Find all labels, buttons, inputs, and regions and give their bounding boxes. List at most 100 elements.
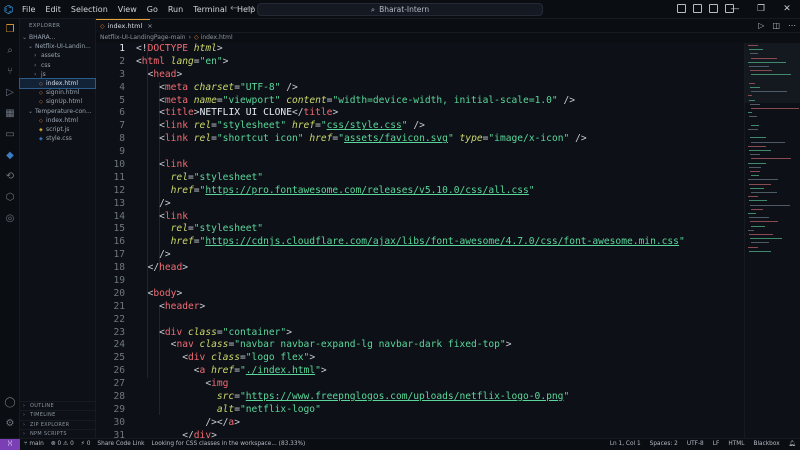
run-icon[interactable]: ▷ — [758, 21, 764, 30]
menu-selection[interactable]: Selection — [66, 5, 113, 14]
panel-npm-scripts[interactable]: › NPM SCRIPTS — [20, 428, 96, 438]
tree-item-index-html[interactable]: ◇ index.html — [19, 77, 96, 90]
panel-outline[interactable]: › OUTLINE — [20, 401, 96, 410]
sidebar-panels: › OUTLINE › TIMELINE › ZIP EXPLORER › NPM SC… — [20, 401, 96, 438]
code-line: rel="stylesheet" — [170, 223, 264, 235]
css-file-icon: ◈ — [39, 136, 43, 143]
settings-gear-icon[interactable]: ⚙ — [0, 413, 20, 434]
code-editor[interactable]: 1 2 3 4 5 6 7 8 9 10 11 12 13 14 15 16 17 18 19 20 21 22 23 24 2… — [96, 43, 744, 438]
panel-zip-explorer[interactable]: › ZIP EXPLORER — [20, 419, 96, 429]
more-actions-icon[interactable]: ⋯ — [788, 21, 796, 30]
minimap-line — [751, 175, 759, 177]
breadcrumb-file[interactable]: index.html — [201, 34, 233, 41]
title-bar: ⌬ File Edit Selection View Go Run Termin… — [0, 0, 800, 19]
code-line: alt="netflix-logo" — [216, 403, 321, 415]
encoding[interactable]: UTF-8 — [687, 439, 704, 450]
branch-name: main — [29, 441, 44, 447]
minimap-line — [748, 95, 752, 97]
command-center-search[interactable]: ⌕ Bharat-Intern — [257, 3, 543, 16]
ports-indicator[interactable]: ⚡ 0 — [81, 439, 91, 450]
minimap-line — [749, 49, 763, 51]
line-number: 11 — [113, 171, 125, 183]
remote-indicator-icon[interactable]: ⟩⟨ — [0, 439, 20, 450]
chevron-right-icon: › — [23, 403, 26, 410]
blackbox-status[interactable]: Blackbox — [753, 439, 779, 450]
menu-run[interactable]: Run — [163, 5, 188, 14]
tree-item-netflix-folder[interactable]: ⌄ Netflix-UI-Landin... — [20, 42, 95, 51]
maximize-button[interactable]: ❐ — [748, 0, 774, 19]
tree-item-temperature-folder[interactable]: ⌄ Temperature-con... — [20, 107, 95, 116]
tree-item-js[interactable]: › js — [20, 70, 95, 79]
menu-view[interactable]: View — [113, 5, 142, 14]
python-icon[interactable]: ◆ — [0, 145, 20, 166]
split-editor-icon[interactable]: ◫ — [772, 21, 780, 30]
panel-label: TIMELINE — [30, 412, 56, 419]
source-control-icon[interactable]: ⑂ — [0, 61, 20, 82]
tree-item-script-js[interactable]: ◈ script.js — [20, 125, 95, 134]
minimap-line — [748, 129, 758, 130]
bell-icon[interactable]: 🔔︎ — [789, 439, 796, 450]
menu-go[interactable]: Go — [142, 5, 163, 14]
account-icon[interactable]: ◯ — [0, 392, 20, 413]
workspace-root[interactable]: ⌄ BHARA... — [20, 33, 95, 42]
tree-item-signup-html[interactable]: ◇ signUp.html — [20, 97, 95, 106]
tree-item-signin-html[interactable]: ◇ signin.html — [20, 88, 95, 97]
panel-label: ZIP EXPLORER — [30, 421, 70, 428]
menu-edit[interactable]: Edit — [40, 5, 66, 14]
toggle-secondary-sidebar-icon[interactable] — [709, 4, 718, 13]
cursor-position[interactable]: Ln 1, Col 1 — [610, 439, 641, 450]
back-arrow-icon[interactable]: ← — [230, 3, 246, 14]
live-share-icon[interactable]: ⟲ — [0, 166, 20, 187]
line-number: 30 — [113, 416, 125, 428]
blackbox-icon[interactable]: ◎ — [0, 208, 20, 229]
toggle-panel-icon[interactable] — [693, 4, 702, 13]
minimap-line — [751, 108, 799, 109]
minimize-button[interactable]: — — [722, 0, 748, 19]
database-icon[interactable]: ⬡ — [0, 187, 20, 208]
minimap-line — [748, 179, 778, 181]
breadcrumb-folder[interactable]: Netflix-UI-LandingPage-main — [100, 34, 186, 41]
share-code-link[interactable]: Share Code Link — [97, 439, 144, 450]
code-line: /> — [159, 197, 171, 209]
tree-item-label: index.html — [46, 116, 78, 124]
search-view-icon[interactable]: ⌕ — [0, 40, 20, 61]
panel-timeline[interactable]: › TIMELINE — [20, 410, 96, 419]
tree-item-label: signin.html — [46, 89, 80, 97]
run-debug-icon[interactable]: ▷ — [0, 82, 20, 103]
minimap[interactable] — [744, 43, 800, 438]
menu-file[interactable]: File — [17, 5, 40, 14]
indentation[interactable]: Spaces: 2 — [650, 439, 678, 450]
minimap-line — [749, 234, 773, 235]
menu-terminal[interactable]: Terminal — [188, 5, 232, 14]
toggle-primary-sidebar-icon[interactable] — [677, 4, 686, 13]
chevron-down-icon: ⌄ — [28, 43, 34, 51]
chevron-right-icon: › — [34, 52, 37, 60]
code-content[interactable]: <!DOCTYPE html> <html lang="en"> <head> … — [136, 43, 685, 438]
tree-item-style-css[interactable]: ◈ style.css — [20, 134, 95, 143]
line-number: 24 — [113, 339, 125, 351]
line-number: 13 — [113, 197, 125, 209]
window-controls: — ❐ ✕ — [722, 0, 800, 19]
code-line: <meta charset="UTF-8" /> — [159, 81, 298, 93]
tree-item-index-html-2[interactable]: ◇ index.html — [20, 116, 95, 125]
branch-indicator[interactable]: ⑂ main — [24, 439, 44, 450]
js-file-icon: ◈ — [39, 126, 43, 133]
language-mode[interactable]: HTML — [728, 439, 744, 450]
end-of-line[interactable]: LF — [713, 439, 720, 450]
tab-index-html[interactable]: ◇ index.html × — [96, 19, 153, 33]
close-window-button[interactable]: ✕ — [774, 0, 800, 19]
line-number: 9 — [119, 146, 125, 158]
minimap-viewport[interactable] — [745, 43, 800, 103]
remote-explorer-icon[interactable]: ▭ — [0, 124, 20, 145]
problems-indicator[interactable]: ⊗ 0 ⚠ 0 — [51, 439, 74, 450]
tree-item-assets[interactable]: › assets — [20, 51, 95, 60]
minimap-line — [751, 74, 791, 76]
minimap-line — [748, 213, 756, 214]
tree-item-css[interactable]: › css — [20, 61, 95, 70]
extensions-icon[interactable]: ▦ — [0, 103, 20, 124]
minimap-line — [751, 141, 785, 143]
explorer-icon[interactable]: ❐ — [0, 19, 20, 40]
close-icon[interactable]: × — [147, 22, 152, 30]
